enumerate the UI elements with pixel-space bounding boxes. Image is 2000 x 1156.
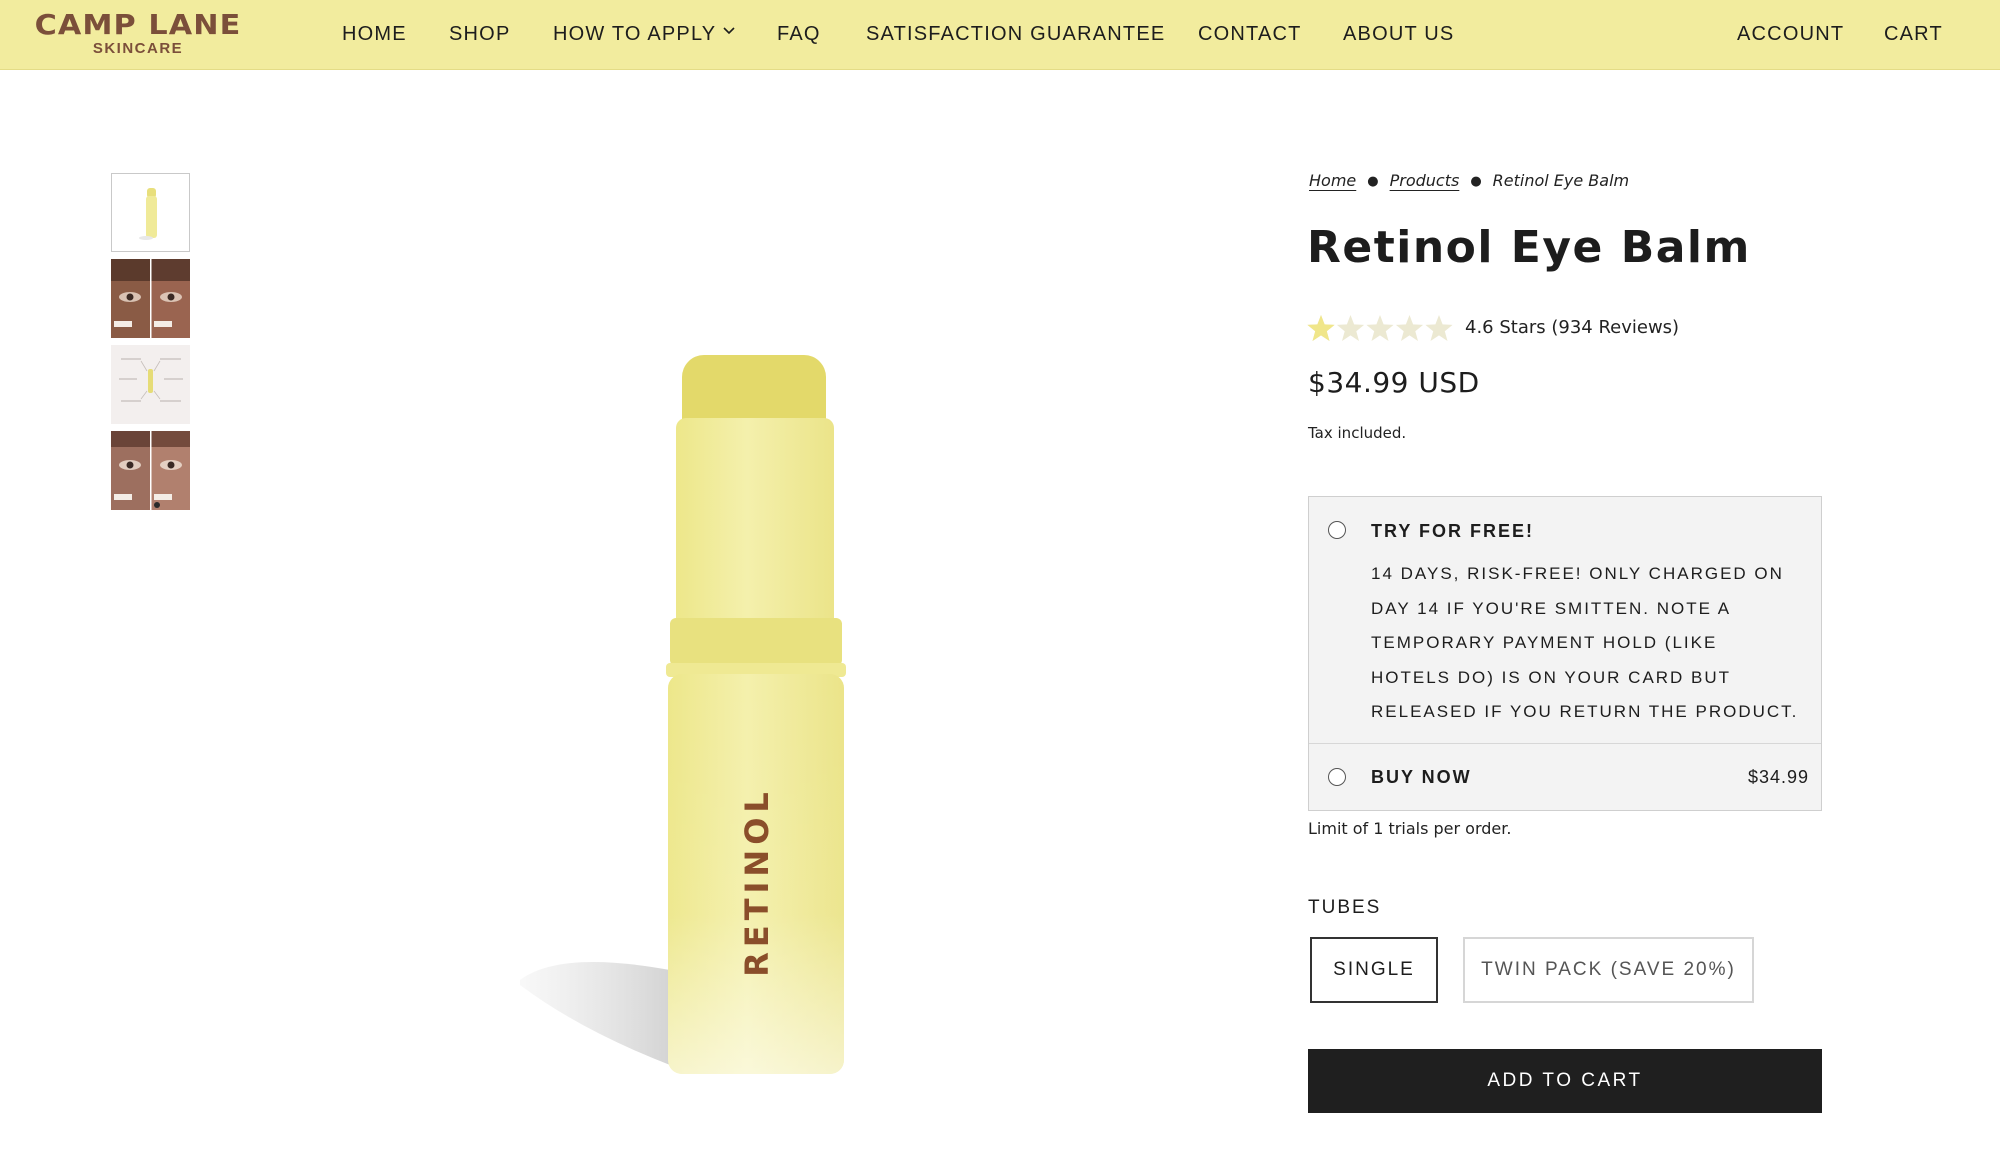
star-icons [1307,315,1453,341]
nav-faq[interactable]: FAQ [777,22,821,46]
retinol-tube-image: RETINOL [520,355,846,1074]
buy-now-option-title[interactable]: BUY NOW [1371,767,1472,788]
brand-name: CAMP LANE [34,8,242,41]
breadcrumb-separator: ● [1367,174,1379,189]
tube-option-twin-pack[interactable]: TWIN PACK (SAVE 20%) [1463,937,1754,1003]
thumbnail-before-after-1[interactable] [111,259,190,338]
thumbnail-product[interactable] [111,173,190,252]
nav-home[interactable]: HOME [342,22,407,46]
brand-tagline: SKINCARE [92,40,184,57]
brand-logo[interactable]: CAMP LANE SKINCARE [18,10,258,60]
nav-shop[interactable]: SHOP [449,22,510,46]
thumbnail-ingredients-diagram[interactable] [111,345,190,424]
before-after-eye-image-2 [111,431,190,510]
breadcrumb-separator: ● [1470,174,1482,189]
star-icon [1425,315,1453,341]
breadcrumb-current: Retinol Eye Balm [1492,171,1630,190]
option-divider [1309,743,1821,744]
ingredients-diagram-image [111,345,190,424]
breadcrumb-products-link[interactable]: Products [1390,171,1460,190]
trial-limit-note: Limit of 1 trials per order. [1308,819,1512,838]
trial-option-title[interactable]: TRY FOR FREE! [1371,521,1534,542]
breadcrumb-home-link[interactable]: Home [1309,171,1356,190]
nav-account[interactable]: ACCOUNT [1737,22,1844,46]
star-fill-icon [1307,315,1335,341]
buy-now-radio[interactable] [1328,768,1346,786]
site-header: CAMP LANE SKINCARE HOME SHOP HOW TO APPL… [0,0,2000,70]
nav-contact[interactable]: CONTACT [1198,22,1302,46]
star-icon [1395,315,1424,341]
nav-how-to-apply-label: HOW TO APPLY [553,23,717,45]
nav-about-us[interactable]: ABOUT US [1343,22,1454,46]
buy-now-price: $34.99 [1747,767,1809,787]
rating-stars[interactable] [1307,312,1455,344]
nav-how-to-apply[interactable]: HOW TO APPLY [553,22,736,46]
star-icon [1366,315,1394,341]
trial-option-description: 14 DAYS, RISK-FREE! ONLY CHARGED ON DAY … [1371,564,1799,721]
nav-satisfaction-guarantee[interactable]: SATISFACTION GUARANTEE [866,22,1165,46]
tax-note: Tax included. [1308,424,1407,442]
before-after-eye-image [111,259,190,338]
tube-option-single[interactable]: SINGLE [1310,937,1438,1003]
tube-label-text: RETINOL [738,787,776,977]
product-title: Retinol Eye Balm [1307,222,1751,273]
purchase-options: TRY FOR FREE! 14 DAYS, RISK-FREE! ONLY C… [1308,496,1822,811]
main-product-image[interactable]: RETINOL [500,330,900,1090]
chevron-down-icon [723,27,735,35]
trial-radio[interactable] [1328,521,1346,539]
product-tube-thumbnail-image [139,188,157,240]
nav-cart[interactable]: CART [1884,22,1943,46]
star-icon [1336,315,1365,341]
thumbnail-before-after-2[interactable] [111,431,190,510]
rating-summary[interactable]: 4.6 Stars (934 Reviews) [1465,317,1679,338]
add-to-cart-button[interactable]: ADD TO CART [1308,1049,1822,1113]
breadcrumb: Home ● Products ● Retinol Eye Balm [1309,171,1629,190]
tubes-label: TUBES [1308,897,1382,918]
product-price: $34.99 USD [1308,366,1480,399]
